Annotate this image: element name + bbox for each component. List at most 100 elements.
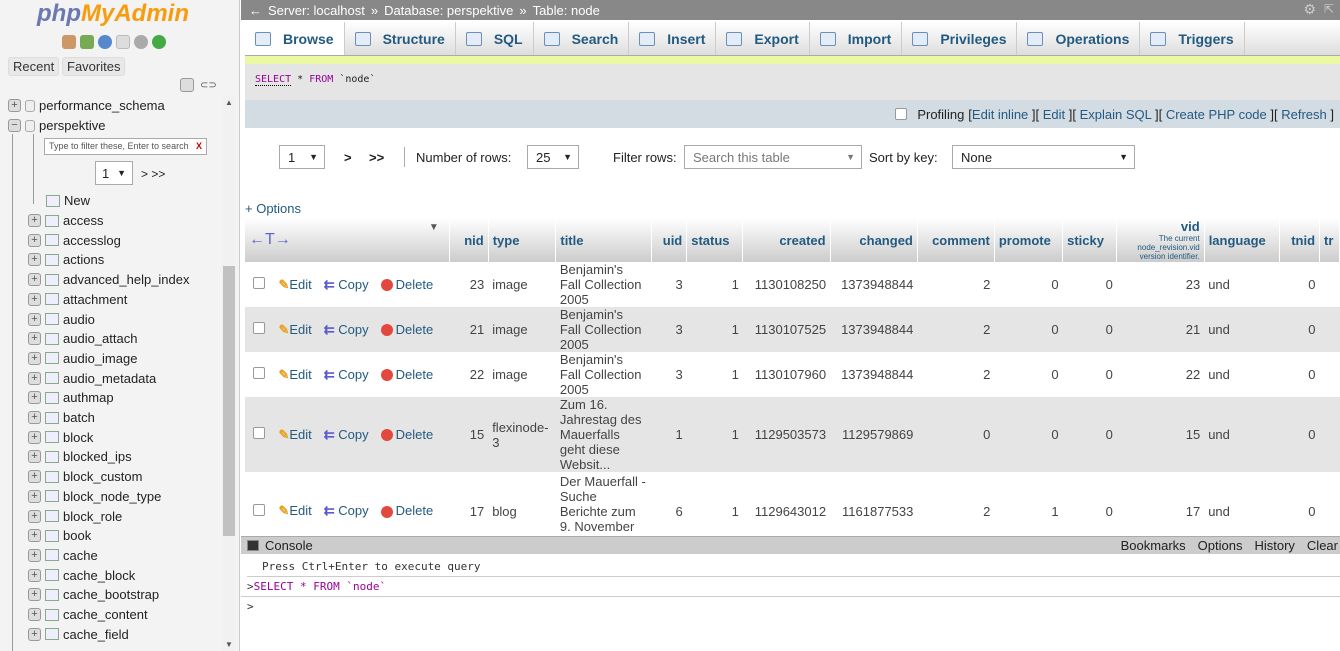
cell-type[interactable]: flexinode-3 (488, 397, 556, 472)
tab-export[interactable]: Export (716, 22, 810, 55)
cell-language[interactable]: und (1204, 352, 1280, 397)
edit-button[interactable]: ✎Edit (278, 367, 317, 382)
cell-comment[interactable]: 2 (917, 262, 995, 307)
copy-button[interactable]: ⇇ Copy (324, 503, 375, 518)
tab-sql[interactable]: SQL (456, 22, 534, 55)
row-checkbox[interactable] (253, 503, 265, 516)
expand-icon[interactable]: + (28, 548, 41, 562)
cell-type[interactable]: image (488, 307, 556, 352)
tab-structure[interactable]: Structure (345, 22, 456, 55)
phpmyadmin-logo[interactable]: phpMyAdmin (37, 0, 189, 28)
expand-icon[interactable]: + (28, 292, 41, 306)
cell-status[interactable]: 1 (686, 397, 743, 472)
cell-tnid[interactable]: 0 (1279, 262, 1320, 307)
expand-icon[interactable]: + (28, 470, 41, 484)
last-page-button[interactable]: >> (369, 150, 384, 165)
sidebar-table-block-node-type[interactable]: + block_node_type (28, 489, 161, 504)
edit-button[interactable]: ✎Edit (278, 277, 317, 292)
cell-changed[interactable]: 1373948844 (830, 352, 918, 397)
new-table-link[interactable]: New (46, 193, 90, 208)
expand-icon[interactable]: + (28, 273, 41, 287)
cell-created[interactable]: 1130107960 (742, 352, 831, 397)
console-bar[interactable]: Console Bookmarks Options History Clear (241, 537, 1340, 554)
sidebar-page-select[interactable]: 1 ▼ (95, 161, 133, 185)
console-bookmarks[interactable]: Bookmarks (1121, 538, 1186, 553)
cell-status[interactable]: 1 (686, 352, 743, 397)
sidebar-table-cache-bootstrap[interactable]: + cache_bootstrap (28, 587, 159, 602)
options-toggle[interactable]: + Options (245, 201, 301, 216)
filter-rows-input[interactable]: Search this table (684, 145, 862, 169)
cell-title[interactable]: Benjamin's Fall Collection 2005 (555, 307, 652, 352)
server-link[interactable]: Server: localhost (268, 3, 365, 18)
tab-privileges[interactable]: Privileges (902, 22, 1018, 55)
cell-sticky[interactable]: 0 (1062, 307, 1117, 352)
sidebar-table-advanced-help-index[interactable]: + advanced_help_index (28, 272, 190, 287)
row-checkbox[interactable] (253, 277, 265, 289)
table-filter-input[interactable]: Type to filter these, Enter to search X (44, 138, 207, 155)
tab-search[interactable]: Search (534, 22, 630, 55)
link-edit[interactable]: Edit (1043, 107, 1065, 122)
console-options[interactable]: Options (1198, 538, 1243, 553)
cell-vid[interactable]: 15 (1116, 397, 1205, 472)
home-icon[interactable] (62, 35, 76, 49)
edit-button[interactable]: ✎Edit (278, 427, 317, 442)
expand-icon[interactable]: + (28, 489, 41, 503)
delete-button[interactable]: Delete (380, 367, 440, 382)
cell-changed[interactable]: 1373948844 (830, 307, 918, 352)
docs-icon[interactable] (116, 35, 130, 49)
copy-button[interactable]: ⇇ Copy (324, 277, 375, 292)
column-header-comment[interactable]: comment (917, 218, 995, 262)
cell-uid[interactable]: 3 (651, 307, 687, 352)
expand-icon[interactable]: + (28, 214, 41, 227)
reload-icon[interactable] (152, 35, 166, 49)
dropdown-icon[interactable]: ▼ (429, 222, 439, 233)
expand-icon[interactable]: + (28, 351, 41, 365)
row-checkbox[interactable] (253, 322, 265, 334)
row-checkbox[interactable] (253, 427, 265, 439)
tab-insert[interactable]: Insert (629, 22, 717, 55)
settings-icon[interactable] (134, 35, 148, 49)
column-header-changed[interactable]: changed (830, 218, 918, 262)
sidebar-table-batch[interactable]: + batch (28, 410, 95, 425)
cell-nid[interactable]: 22 (449, 352, 489, 397)
collapse-icon[interactable]: ⇱ (1324, 2, 1334, 16)
column-header-promote[interactable]: promote (994, 218, 1064, 262)
collapse-all-icon[interactable] (180, 78, 194, 92)
copy-button[interactable]: ⇇ Copy (324, 367, 375, 382)
expand-icon[interactable]: + (28, 253, 41, 267)
tab-browse[interactable]: Browse (245, 22, 345, 55)
expand-icon[interactable]: + (28, 450, 41, 464)
copy-button[interactable]: ⇇ Copy (324, 322, 375, 337)
expand-icon[interactable]: + (8, 99, 21, 112)
cell-sticky[interactable]: 0 (1062, 397, 1117, 472)
favorites-button[interactable]: Favorites (62, 57, 126, 76)
sidebar-scrollbar[interactable]: ▲ ▼ (222, 96, 236, 651)
sidebar-table-actions[interactable]: + actions (28, 252, 104, 267)
cell-language[interactable]: und (1204, 262, 1280, 307)
column-header-tr[interactable]: tr (1319, 218, 1340, 262)
cell-promote[interactable]: 0 (994, 307, 1063, 352)
column-header-type[interactable]: type (488, 218, 557, 262)
cell-uid[interactable]: 3 (651, 352, 687, 397)
column-header-tnid[interactable]: tnid (1279, 218, 1321, 262)
expand-icon[interactable]: + (28, 529, 41, 543)
expand-icon[interactable]: + (28, 509, 41, 523)
cell-vid[interactable]: 22 (1116, 352, 1205, 397)
sidebar-table-book[interactable]: + book (28, 528, 91, 543)
sidebar-table-accesslog[interactable]: + accesslog (28, 233, 121, 248)
cell-uid[interactable]: 3 (651, 262, 687, 307)
cell-nid[interactable]: 21 (449, 307, 489, 352)
sidebar-table-cache-field[interactable]: + cache_field (28, 627, 129, 642)
sidebar-table-audio-attach[interactable]: + audio_attach (28, 331, 137, 346)
cell-nid[interactable]: 15 (449, 397, 489, 472)
settings-icon[interactable]: ⚙ (1303, 1, 1316, 18)
cell-title[interactable]: Zum 16. Jahrestag des Mauerfalls geht di… (555, 397, 652, 472)
sidebar-table-audio-metadata[interactable]: + audio_metadata (28, 371, 156, 386)
cell-changed[interactable]: 1373948844 (830, 262, 918, 307)
link-create-php-code[interactable]: Create PHP code (1166, 107, 1267, 122)
expand-icon[interactable]: + (28, 411, 41, 424)
database-link[interactable]: Database: perspektive (384, 3, 513, 18)
sidebar-table-blocked-ips[interactable]: + blocked_ips (28, 449, 132, 464)
tab-triggers[interactable]: Triggers (1140, 22, 1245, 55)
next-page-button[interactable]: > (344, 150, 352, 165)
